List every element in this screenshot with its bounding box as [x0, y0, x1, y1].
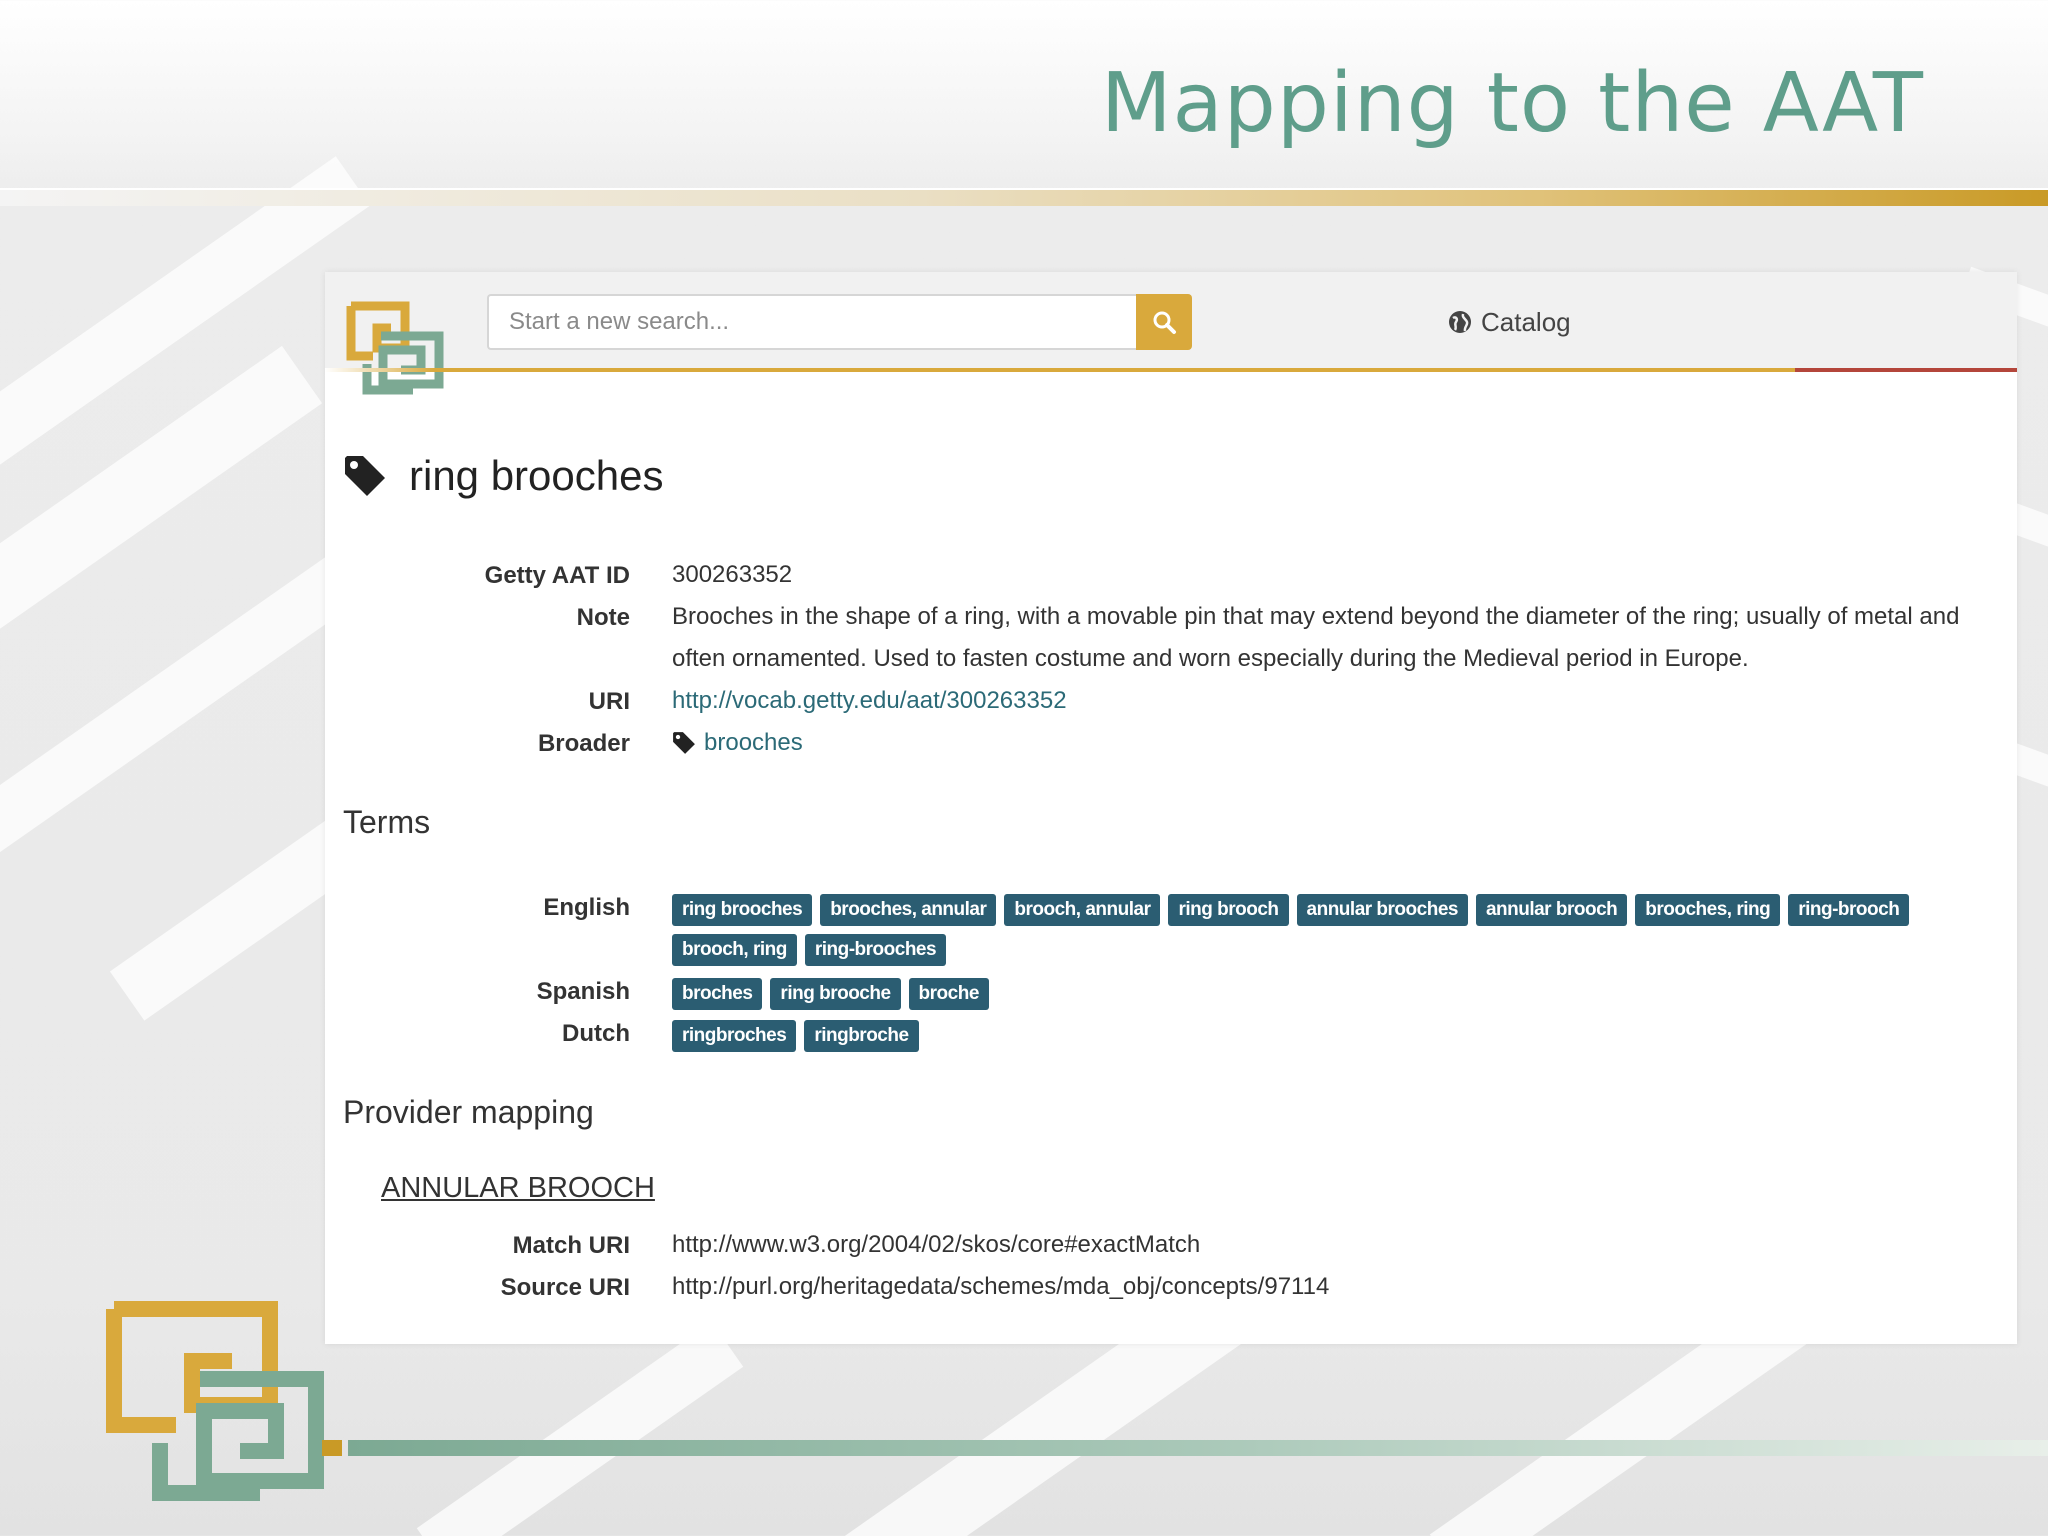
term-tag[interactable]: broches: [672, 978, 763, 1010]
source-uri-value: http://purl.org/heritagedata/schemes/mda…: [672, 1273, 1330, 1300]
term-tag[interactable]: ring brooche: [770, 978, 901, 1010]
concept-title: ring brooches: [409, 452, 664, 499]
broader-value: brooches: [704, 729, 803, 756]
title-divider: [0, 188, 2048, 206]
term-tag[interactable]: ring brooch: [1168, 894, 1289, 926]
match-uri-label: Match URI: [512, 1232, 630, 1259]
term-tag[interactable]: brooches, annular: [820, 894, 997, 926]
term-tag[interactable]: brooch, ring: [672, 934, 797, 966]
page-title: ring brooches: [343, 452, 663, 500]
footer-divider: [348, 1440, 2048, 1456]
tag-list-english: ring brooches brooches, annular brooch, …: [672, 894, 1982, 966]
navbar-divider: [325, 368, 2017, 372]
broader-link[interactable]: brooches: [672, 722, 803, 764]
term-tag[interactable]: annular brooch: [1475, 894, 1628, 926]
term-tag[interactable]: brooches, ring: [1635, 894, 1781, 926]
background-shape: [416, 1321, 744, 1536]
term-tag[interactable]: brooch, annular: [1004, 894, 1161, 926]
tag-icon: [345, 456, 385, 496]
uri-link[interactable]: http://vocab.getty.edu/aat/300263352: [672, 687, 1067, 714]
term-tag[interactable]: ring-brooches: [804, 934, 947, 966]
note-label: Note: [576, 604, 630, 631]
slide-title: Mapping to the AAT: [1100, 56, 1924, 151]
broader-label: Broader: [537, 730, 630, 757]
site-logo-icon[interactable]: [343, 298, 453, 398]
search-icon: [1153, 311, 1176, 334]
search-button[interactable]: [1136, 294, 1192, 350]
term-tag[interactable]: ring-brooch: [1788, 894, 1910, 926]
term-tag[interactable]: ringbroches: [672, 1020, 797, 1052]
term-tag[interactable]: ringbroche: [804, 1020, 919, 1052]
language-label: Spanish: [536, 978, 630, 1005]
slide-logo-icon: [106, 1301, 324, 1501]
terms-heading: Terms: [343, 804, 431, 840]
catalog-label: Catalog: [1481, 306, 1571, 337]
term-tag[interactable]: ring brooches: [672, 894, 813, 926]
aat-id-label: Getty AAT ID: [484, 562, 630, 589]
globe-icon: [1449, 311, 1471, 333]
term-tag[interactable]: broche: [908, 978, 989, 1010]
provider-mapping-heading: Provider mapping: [343, 1094, 594, 1130]
term-tag[interactable]: annular brooches: [1296, 894, 1468, 926]
note-value: Brooches in the shape of a ring, with a …: [672, 603, 1960, 672]
tag-icon: [673, 732, 695, 754]
search-input[interactable]: [487, 294, 1137, 350]
app-screenshot: Catalog ring brooches Getty AAT ID 30026…: [325, 272, 2017, 1344]
aat-id-value: 300263352: [672, 561, 793, 588]
match-uri-value: http://www.w3.org/2004/02/skos/core#exac…: [672, 1231, 1201, 1258]
catalog-link[interactable]: Catalog: [1447, 302, 1571, 342]
uri-label: URI: [588, 688, 630, 715]
language-label: Dutch: [562, 1020, 630, 1047]
footer-divider-accent: [322, 1440, 342, 1456]
tag-list-spanish: broches ring brooche broche: [672, 978, 1982, 1010]
provider-entry-link[interactable]: ANNULAR BROOCH: [381, 1172, 655, 1205]
navbar: Catalog: [325, 272, 2017, 395]
source-uri-label: Source URI: [500, 1274, 630, 1301]
tag-list-dutch: ringbroches ringbroche: [672, 1020, 1982, 1052]
language-label: English: [543, 894, 630, 921]
